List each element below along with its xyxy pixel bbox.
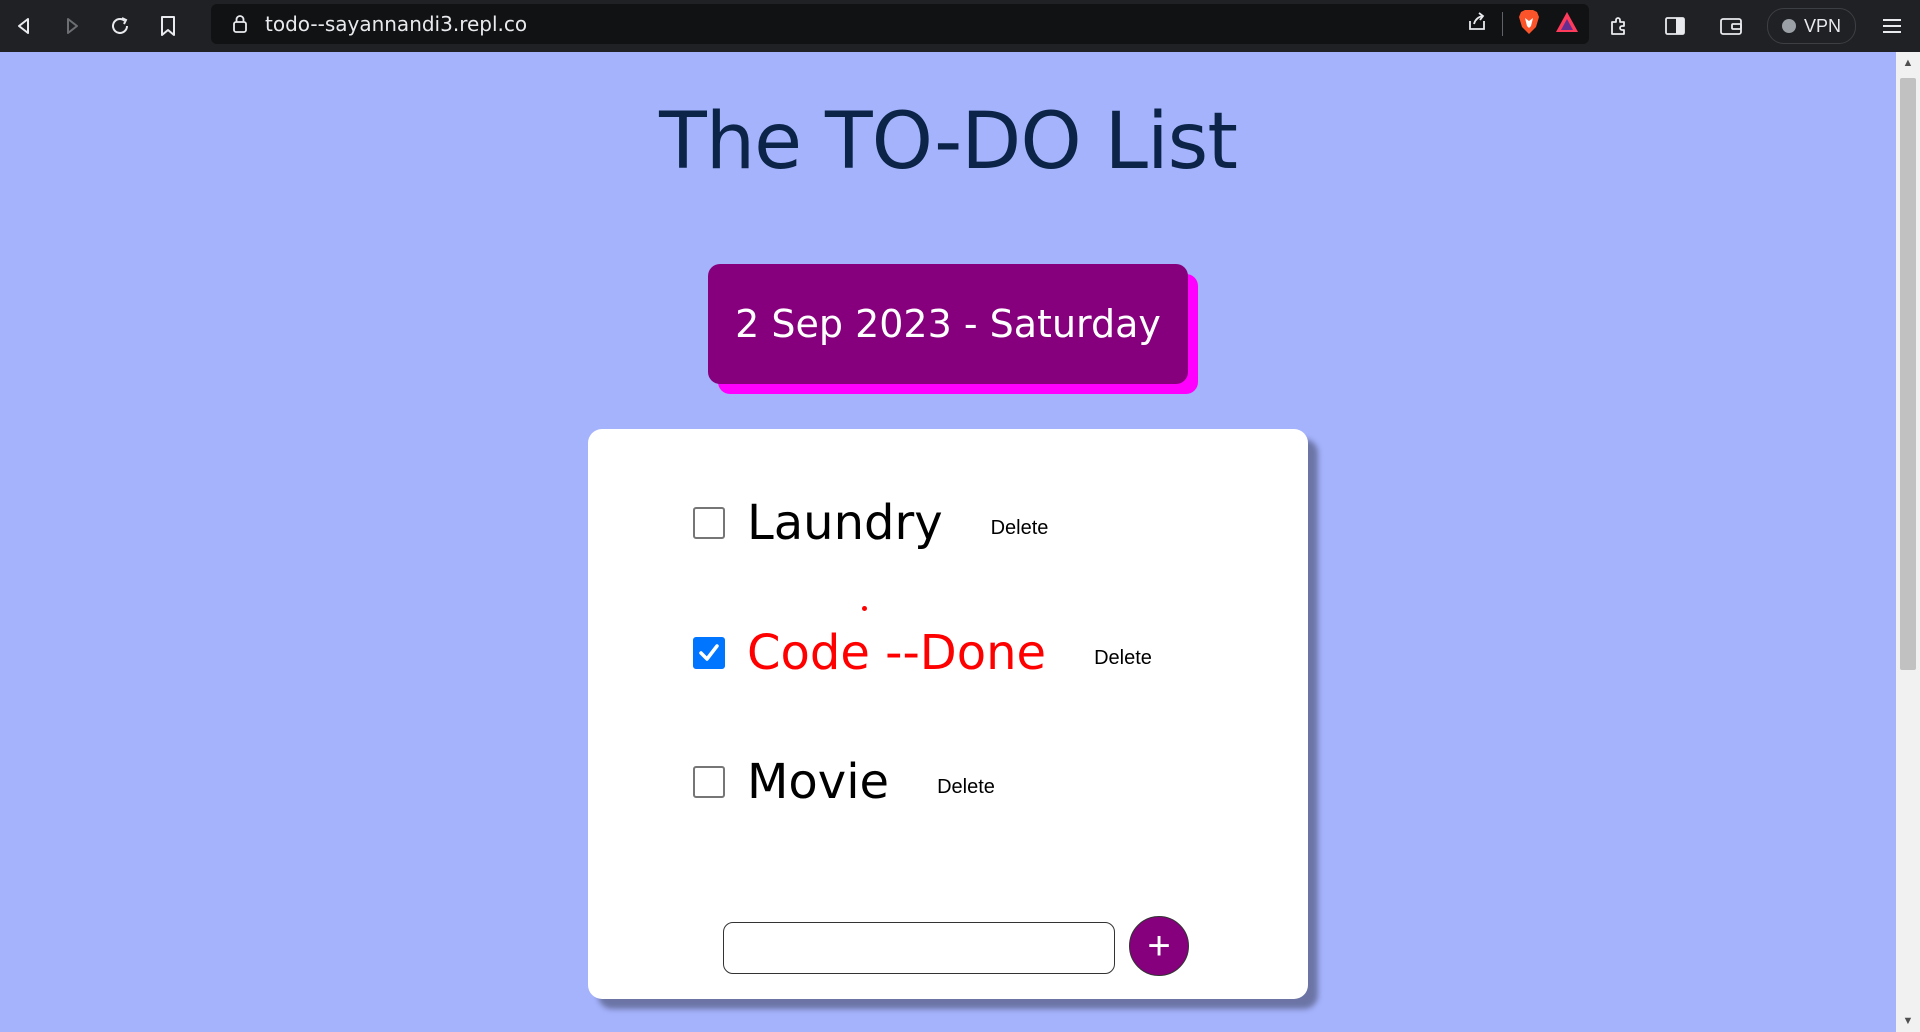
scrollbar-thumb[interactable] xyxy=(1900,78,1916,670)
separator xyxy=(1502,12,1503,36)
delete-button[interactable]: Delete xyxy=(991,507,1049,540)
date-text: 2 Sep 2023 - Saturday xyxy=(735,302,1161,346)
todo-item-movie: Movie Delete xyxy=(693,754,995,810)
red-dot xyxy=(862,606,867,611)
sidebar-icon[interactable] xyxy=(1647,0,1703,52)
todo-label: Laundry xyxy=(747,495,943,551)
plus-icon: + xyxy=(1147,924,1171,968)
bookmark-icon[interactable] xyxy=(144,0,192,52)
wallet-icon[interactable] xyxy=(1703,0,1759,52)
todo-item-laundry: Laundry Delete xyxy=(693,495,1048,551)
forward-icon[interactable] xyxy=(48,0,96,52)
todo-label: Movie xyxy=(747,754,890,810)
todo-item-code: Code --Done Delete xyxy=(693,625,1152,681)
address-bar[interactable]: todo--sayannandi3.repl.co xyxy=(211,4,1589,44)
page-title: The TO-DO List xyxy=(659,97,1238,187)
url-text[interactable]: todo--sayannandi3.repl.co xyxy=(265,12,527,36)
scroll-up-arrow-icon[interactable]: ▲ xyxy=(1896,52,1920,74)
delete-button[interactable]: Delete xyxy=(1094,637,1152,670)
share-icon[interactable] xyxy=(1466,11,1488,38)
vpn-label: VPN xyxy=(1803,15,1841,36)
brave-rewards-icon[interactable] xyxy=(1555,11,1579,38)
todo-checkbox[interactable] xyxy=(693,766,725,798)
back-icon[interactable] xyxy=(0,0,48,52)
menu-icon[interactable] xyxy=(1864,0,1920,52)
checkmark-icon xyxy=(699,644,719,661)
vpn-button[interactable]: VPN xyxy=(1766,8,1856,44)
browser-toolbar: todo--sayannandi3.repl.co VPN xyxy=(0,0,1920,52)
vertical-scrollbar[interactable]: ▲ ▼ xyxy=(1896,52,1920,1032)
date-heading: 2 Sep 2023 - Saturday xyxy=(708,264,1188,384)
extensions-icon[interactable] xyxy=(1591,0,1647,52)
brave-shields-icon[interactable] xyxy=(1517,9,1541,40)
lock-icon[interactable] xyxy=(229,13,251,35)
reload-icon[interactable] xyxy=(96,0,144,52)
todo-card: Laundry Delete Code --Done Delete Movie … xyxy=(588,429,1308,999)
todo-label-done: Code --Done xyxy=(747,625,1047,681)
delete-button[interactable]: Delete xyxy=(937,766,995,799)
todo-checkbox[interactable] xyxy=(693,507,725,539)
scroll-down-arrow-icon[interactable]: ▼ xyxy=(1896,1010,1920,1032)
todo-checkbox-checked[interactable] xyxy=(693,637,725,669)
new-item-input[interactable] xyxy=(723,922,1115,974)
vpn-status-icon xyxy=(1781,19,1796,33)
add-button[interactable]: + xyxy=(1129,916,1189,976)
